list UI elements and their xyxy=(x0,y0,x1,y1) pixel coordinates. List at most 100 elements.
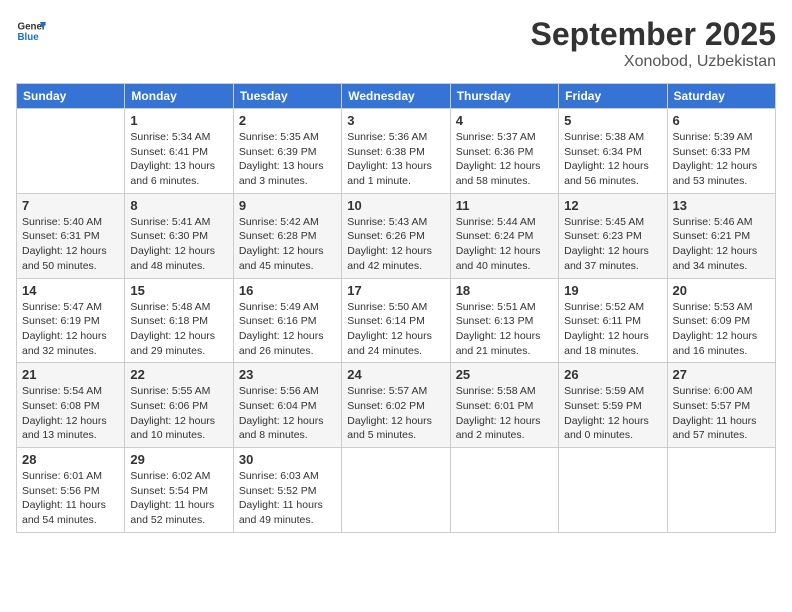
day-number: 18 xyxy=(456,283,553,298)
day-number: 28 xyxy=(22,452,119,467)
calendar-cell: 15 Sunrise: 5:48 AMSunset: 6:18 PMDayligh… xyxy=(125,278,233,363)
day-info: Sunrise: 5:46 AMSunset: 6:21 PMDaylight:… xyxy=(673,215,770,274)
day-number: 4 xyxy=(456,113,553,128)
day-number: 30 xyxy=(239,452,336,467)
day-info: Sunrise: 5:50 AMSunset: 6:14 PMDaylight:… xyxy=(347,300,444,359)
calendar-cell: 20 Sunrise: 5:53 AMSunset: 6:09 PMDayligh… xyxy=(667,278,775,363)
logo-icon: General Blue xyxy=(16,16,46,46)
calendar-cell: 29 Sunrise: 6:02 AMSunset: 5:54 PMDayligh… xyxy=(125,448,233,533)
calendar-header-sunday: Sunday xyxy=(17,84,125,109)
calendar-cell: 21Sunrise: 5:54 AMSunset: 6:08 PMDayligh… xyxy=(17,363,125,448)
day-info: Sunrise: 5:47 AMSunset: 6:19 PMDaylight:… xyxy=(22,300,119,359)
day-info: Sunrise: 5:37 AMSunset: 6:36 PMDaylight:… xyxy=(456,130,553,189)
day-info: Sunrise: 5:52 AMSunset: 6:11 PMDaylight:… xyxy=(564,300,661,359)
day-info: Sunrise: 5:45 AMSunset: 6:23 PMDaylight:… xyxy=(564,215,661,274)
calendar-header-row: SundayMondayTuesdayWednesdayThursdayFrid… xyxy=(17,84,776,109)
calendar-cell: 6 Sunrise: 5:39 AMSunset: 6:33 PMDaylight… xyxy=(667,109,775,194)
day-number: 2 xyxy=(239,113,336,128)
calendar-header-saturday: Saturday xyxy=(667,84,775,109)
calendar-week-3: 14 Sunrise: 5:47 AMSunset: 6:19 PMDayligh… xyxy=(17,278,776,363)
day-number: 20 xyxy=(673,283,770,298)
calendar-cell: 26 Sunrise: 5:59 AMSunset: 5:59 PMDayligh… xyxy=(559,363,667,448)
calendar-week-1: 1Sunrise: 5:34 AMSunset: 6:41 PMDaylight… xyxy=(17,109,776,194)
calendar-cell: 4 Sunrise: 5:37 AMSunset: 6:36 PMDaylight… xyxy=(450,109,558,194)
day-info: Sunrise: 6:02 AMSunset: 5:54 PMDaylight:… xyxy=(130,469,227,528)
day-number: 16 xyxy=(239,283,336,298)
calendar-header-friday: Friday xyxy=(559,84,667,109)
day-info: Sunrise: 5:59 AMSunset: 5:59 PMDaylight:… xyxy=(564,384,661,443)
day-number: 6 xyxy=(673,113,770,128)
calendar-header-tuesday: Tuesday xyxy=(233,84,341,109)
day-number: 22 xyxy=(130,367,227,382)
calendar-cell: 9 Sunrise: 5:42 AMSunset: 6:28 PMDaylight… xyxy=(233,193,341,278)
day-number: 9 xyxy=(239,198,336,213)
calendar-cell: 28 Sunrise: 6:01 AMSunset: 5:56 PMDayligh… xyxy=(17,448,125,533)
calendar-week-5: 28 Sunrise: 6:01 AMSunset: 5:56 PMDayligh… xyxy=(17,448,776,533)
day-info: Sunrise: 6:03 AMSunset: 5:52 PMDaylight:… xyxy=(239,469,336,528)
month-title: September 2025 xyxy=(531,16,776,53)
day-number: 25 xyxy=(456,367,553,382)
day-info: Sunrise: 5:54 AMSunset: 6:08 PMDaylight:… xyxy=(22,384,119,443)
day-info: Sunrise: 5:43 AMSunset: 6:26 PMDaylight:… xyxy=(347,215,444,274)
calendar-cell: 3Sunrise: 5:36 AMSunset: 6:38 PMDaylight… xyxy=(342,109,450,194)
day-info: Sunrise: 5:40 AMSunset: 6:31 PMDaylight:… xyxy=(22,215,119,274)
calendar-cell xyxy=(342,448,450,533)
day-info: Sunrise: 5:57 AMSunset: 6:02 PMDaylight:… xyxy=(347,384,444,443)
calendar-cell: 19 Sunrise: 5:52 AMSunset: 6:11 PMDayligh… xyxy=(559,278,667,363)
calendar-table: SundayMondayTuesdayWednesdayThursdayFrid… xyxy=(16,83,776,533)
day-number: 27 xyxy=(673,367,770,382)
day-info: Sunrise: 5:35 AMSunset: 6:39 PMDaylight:… xyxy=(239,130,336,189)
day-info: Sunrise: 5:49 AMSunset: 6:16 PMDaylight:… xyxy=(239,300,336,359)
day-info: Sunrise: 6:00 AMSunset: 5:57 PMDaylight:… xyxy=(673,384,770,443)
calendar-cell: 25 Sunrise: 5:58 AMSunset: 6:01 PMDayligh… xyxy=(450,363,558,448)
calendar-cell: 5 Sunrise: 5:38 AMSunset: 6:34 PMDaylight… xyxy=(559,109,667,194)
calendar-cell: 30 Sunrise: 6:03 AMSunset: 5:52 PMDayligh… xyxy=(233,448,341,533)
day-info: Sunrise: 5:38 AMSunset: 6:34 PMDaylight:… xyxy=(564,130,661,189)
calendar-cell: 7 Sunrise: 5:40 AMSunset: 6:31 PMDaylight… xyxy=(17,193,125,278)
calendar-cell: 27 Sunrise: 6:00 AMSunset: 5:57 PMDayligh… xyxy=(667,363,775,448)
calendar-cell: 18Sunrise: 5:51 AMSunset: 6:13 PMDayligh… xyxy=(450,278,558,363)
calendar-cell: 12 Sunrise: 5:45 AMSunset: 6:23 PMDayligh… xyxy=(559,193,667,278)
day-info: Sunrise: 6:01 AMSunset: 5:56 PMDaylight:… xyxy=(22,469,119,528)
day-info: Sunrise: 5:36 AMSunset: 6:38 PMDaylight:… xyxy=(347,130,444,189)
day-number: 14 xyxy=(22,283,119,298)
day-number: 12 xyxy=(564,198,661,213)
day-number: 8 xyxy=(130,198,227,213)
day-info: Sunrise: 5:42 AMSunset: 6:28 PMDaylight:… xyxy=(239,215,336,274)
calendar-cell xyxy=(17,109,125,194)
calendar-cell xyxy=(559,448,667,533)
day-number: 7 xyxy=(22,198,119,213)
logo: General Blue xyxy=(16,16,46,46)
calendar-cell: 1Sunrise: 5:34 AMSunset: 6:41 PMDaylight… xyxy=(125,109,233,194)
calendar-cell: 17Sunrise: 5:50 AMSunset: 6:14 PMDayligh… xyxy=(342,278,450,363)
day-number: 11 xyxy=(456,198,553,213)
calendar-cell: 10 Sunrise: 5:43 AMSunset: 6:26 PMDayligh… xyxy=(342,193,450,278)
day-number: 13 xyxy=(673,198,770,213)
day-number: 10 xyxy=(347,198,444,213)
day-info: Sunrise: 5:56 AMSunset: 6:04 PMDaylight:… xyxy=(239,384,336,443)
day-info: Sunrise: 5:39 AMSunset: 6:33 PMDaylight:… xyxy=(673,130,770,189)
day-info: Sunrise: 5:58 AMSunset: 6:01 PMDaylight:… xyxy=(456,384,553,443)
location-title: Xonobod, Uzbekistan xyxy=(531,53,776,71)
calendar-cell: 23 Sunrise: 5:56 AMSunset: 6:04 PMDayligh… xyxy=(233,363,341,448)
calendar-header-monday: Monday xyxy=(125,84,233,109)
day-info: Sunrise: 5:41 AMSunset: 6:30 PMDaylight:… xyxy=(130,215,227,274)
day-number: 29 xyxy=(130,452,227,467)
day-info: Sunrise: 5:48 AMSunset: 6:18 PMDaylight:… xyxy=(130,300,227,359)
title-block: September 2025 Xonobod, Uzbekistan xyxy=(531,16,776,71)
day-number: 1 xyxy=(130,113,227,128)
svg-text:Blue: Blue xyxy=(18,32,40,43)
calendar-cell: 2 Sunrise: 5:35 AMSunset: 6:39 PMDaylight… xyxy=(233,109,341,194)
day-info: Sunrise: 5:53 AMSunset: 6:09 PMDaylight:… xyxy=(673,300,770,359)
calendar-cell xyxy=(667,448,775,533)
day-number: 26 xyxy=(564,367,661,382)
day-number: 19 xyxy=(564,283,661,298)
calendar-cell: 13 Sunrise: 5:46 AMSunset: 6:21 PMDayligh… xyxy=(667,193,775,278)
calendar-cell xyxy=(450,448,558,533)
day-number: 23 xyxy=(239,367,336,382)
calendar-week-2: 7 Sunrise: 5:40 AMSunset: 6:31 PMDaylight… xyxy=(17,193,776,278)
calendar-cell: 24Sunrise: 5:57 AMSunset: 6:02 PMDayligh… xyxy=(342,363,450,448)
day-number: 15 xyxy=(130,283,227,298)
day-info: Sunrise: 5:55 AMSunset: 6:06 PMDaylight:… xyxy=(130,384,227,443)
day-number: 5 xyxy=(564,113,661,128)
